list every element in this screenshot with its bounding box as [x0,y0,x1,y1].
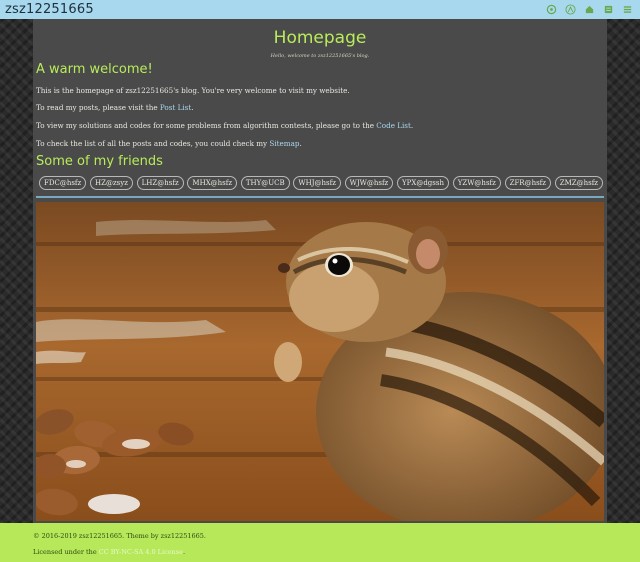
post-list-link[interactable]: Post List [160,103,191,112]
welcome-paragraph-2: To read my posts, please visit the Post … [36,103,194,112]
left-pattern-wall [0,19,33,523]
friend-link[interactable]: YZW@hsfz [452,176,501,190]
license-line: Licensed under the CC BY-NC-SA 4.0 Licen… [33,548,640,556]
text: To read my posts, please visit the [36,103,160,112]
rss-icon[interactable] [564,3,577,16]
right-pattern-wall [607,19,640,523]
page-subtitle: Hello, welcome to zsz12251665's blog. [270,53,370,59]
friend-link[interactable]: THY@UCB [240,176,290,190]
chipmunk-photo [36,202,604,521]
friend-link[interactable]: WJW@hsfz [344,176,394,190]
welcome-paragraph-3: To view my solutions and codes for some … [36,121,413,130]
chipmunk-illustration [36,202,604,521]
section-divider [36,196,604,198]
topbar-icon-group [545,3,634,16]
list-icon[interactable] [602,3,615,16]
main-panel: Homepage Hello, welcome to zsz12251665's… [33,19,607,523]
friend-link[interactable]: LHZ@hsfz [136,176,184,190]
friend-link[interactable]: MHX@hsfz [187,176,238,190]
text: To check the list of all the posts and c… [36,139,270,148]
welcome-paragraph-4: To check the list of all the posts and c… [36,139,302,148]
github-icon[interactable] [545,3,558,16]
friend-link[interactable]: WHJ@hsfz [293,176,341,190]
license-link[interactable]: CC BY-NC-SA 4.0 License [99,548,183,556]
text: . [182,548,186,556]
friend-link[interactable]: ZFR@hsfz [504,176,551,190]
page-title: Homepage [273,28,367,48]
menu-icon[interactable] [621,3,634,16]
home-icon[interactable] [583,3,596,16]
code-list-link[interactable]: Code List [376,121,411,130]
site-footer: © 2016-2019 zsz12251665. Theme by zsz122… [0,523,640,562]
friend-link[interactable]: YPX@dgssh [397,176,449,190]
top-bar: zsz12251665 [0,0,640,19]
copyright-text: © 2016-2019 zsz12251665. Theme by zsz122… [33,532,206,540]
welcome-paragraph-1: This is the homepage of zsz12251665's bl… [36,86,350,95]
text: . [299,139,302,148]
friend-link[interactable]: FDC@hsfz [39,176,87,190]
site-title[interactable]: zsz12251665 [5,2,94,17]
friends-heading: Some of my friends [36,154,163,169]
text: . [410,121,414,130]
friends-list: FDC@hsfz HZ@zsyz LHZ@hsfz MHX@hsfz THY@U… [39,176,603,190]
friend-link[interactable]: HZ@zsyz [89,176,133,190]
text: Licensed under the [33,548,99,556]
sitemap-link[interactable]: Sitemap [269,139,299,148]
text: . [191,103,194,112]
welcome-heading: A warm welcome! [36,62,153,77]
friend-link[interactable]: ZMZ@hsfz [554,176,603,190]
text: To view my solutions and codes for some … [36,121,377,130]
